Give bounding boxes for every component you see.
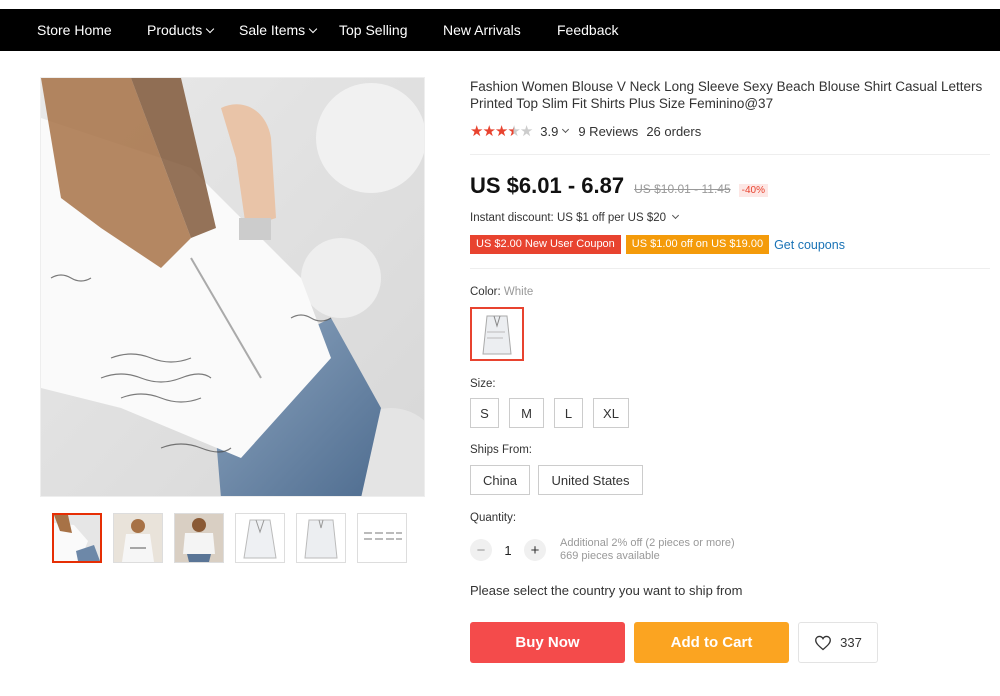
thumbnail-strip (52, 513, 407, 563)
size-option-s[interactable]: S (470, 398, 499, 428)
star-icon: ★ (470, 123, 483, 140)
orders-count: 26 orders (646, 123, 702, 139)
ships-from-united-states[interactable]: United States (538, 465, 643, 495)
chevron-down-icon[interactable] (562, 125, 570, 134)
nav-new-arrivals[interactable]: New Arrivals (443, 22, 521, 38)
product-main-image[interactable] (40, 77, 425, 497)
thumbnail-2[interactable] (113, 513, 163, 563)
chevron-down-icon (672, 211, 680, 220)
size-option-l[interactable]: L (554, 398, 583, 428)
rating-stars: ★ ★ ★ ★ ★ (470, 122, 533, 140)
get-coupons-link[interactable]: Get coupons (774, 238, 845, 252)
color-selected-value: White (503, 286, 534, 298)
size-option-xl[interactable]: XL (593, 398, 629, 428)
star-icon: ★ (494, 123, 508, 140)
nav-store-home[interactable]: Store Home (37, 22, 112, 38)
add-to-cart-button[interactable]: Add to Cart (634, 622, 789, 663)
nav-sale-items[interactable]: Sale Items (239, 22, 318, 38)
nav-products[interactable]: Products (147, 22, 215, 38)
color-label: Color: White (470, 286, 533, 298)
thumbnail-4[interactable] (235, 513, 285, 563)
instant-discount-text: Instant discount: US $1 off per US $20 (470, 212, 667, 224)
nav-sale-items-label: Sale Items (239, 22, 306, 38)
coupon-row: US $2.00 New User Coupon US $1.00 off on… (470, 235, 845, 254)
divider (470, 268, 990, 269)
thumbnail-4-image (236, 514, 284, 562)
nav-feedback-label: Feedback (557, 22, 619, 38)
ship-from-message: Please select the country you want to sh… (470, 583, 743, 598)
price-row: US $6.01 - 6.87 US $10.01 - 11.45 -40% (470, 173, 768, 199)
thumbnail-3-image (175, 514, 223, 562)
thumbnail-5[interactable] (296, 513, 346, 563)
original-price: US $10.01 - 11.45 (634, 182, 731, 196)
ships-from-china[interactable]: China (470, 465, 530, 495)
new-user-coupon[interactable]: US $2.00 New User Coupon (470, 235, 621, 254)
wishlist-count: 337 (840, 635, 862, 650)
nav-new-arrivals-label: New Arrivals (443, 22, 521, 38)
bulk-discount-info: Additional 2% off (2 pieces or more) (560, 537, 735, 549)
quantity-info: Additional 2% off (2 pieces or more) 669… (560, 537, 735, 563)
discount-badge: -40% (738, 184, 768, 197)
color-swatch-white[interactable] (470, 307, 524, 361)
nav-products-label: Products (147, 22, 203, 38)
price: US $6.01 - 6.87 (470, 173, 625, 198)
thumbnail-5-image (297, 514, 345, 562)
star-icon: ★ (482, 123, 495, 140)
chevron-down-icon (308, 24, 318, 33)
reviews-link[interactable]: 9 Reviews (578, 124, 638, 139)
quantity-label: Quantity: (470, 512, 517, 524)
size-label: Size: (470, 378, 496, 390)
thumbnail-2-image (114, 514, 162, 562)
buy-now-button[interactable]: Buy Now (470, 622, 625, 663)
quantity-minus-button[interactable]: − (470, 539, 492, 561)
quantity-plus-button[interactable]: + (524, 539, 546, 561)
star-icon: ★ (519, 123, 533, 140)
wishlist-button[interactable]: 337 (798, 622, 878, 663)
stock-available: 669 pieces available (560, 550, 660, 562)
nav-top-selling-label: Top Selling (339, 22, 408, 38)
color-swatch-image (475, 312, 519, 356)
rating-row: ★ ★ ★ ★ ★ 3.9 9 Reviews 26 orders (470, 122, 701, 140)
divider (470, 154, 990, 155)
size-option-m[interactable]: M (509, 398, 544, 428)
quantity-stepper: − 1 + Additional 2% off (2 pieces or mor… (470, 537, 735, 563)
ships-from-options: China United States (470, 465, 643, 495)
thumbnail-6[interactable] (357, 513, 407, 563)
product-photo (41, 78, 424, 496)
color-label-text: Color: (470, 286, 501, 298)
ships-from-label: Ships From: (470, 444, 532, 456)
quantity-input[interactable]: 1 (492, 543, 524, 558)
size-options: S M L XL (470, 398, 629, 428)
store-coupon[interactable]: US $1.00 off on US $19.00 (625, 235, 770, 254)
chevron-down-icon (206, 24, 215, 33)
nav-top-selling[interactable]: Top Selling (339, 22, 408, 38)
thumbnail-1[interactable] (52, 513, 102, 563)
heart-icon (815, 635, 832, 650)
rating-value[interactable]: 3.9 (540, 124, 558, 139)
instant-discount[interactable]: Instant discount: US $1 off per US $20 (470, 211, 680, 224)
nav-feedback[interactable]: Feedback (557, 22, 618, 38)
star-icon: ★ (507, 123, 520, 140)
product-title: Fashion Women Blouse V Neck Long Sleeve … (470, 79, 983, 111)
store-nav-bar: Store Home Products Sale Items Top Selli… (0, 9, 1000, 51)
nav-store-home-label: Store Home (37, 22, 112, 38)
thumbnail-3[interactable] (174, 513, 224, 563)
size-chart-thumbnail (364, 532, 402, 540)
thumbnail-1-image (54, 515, 100, 561)
